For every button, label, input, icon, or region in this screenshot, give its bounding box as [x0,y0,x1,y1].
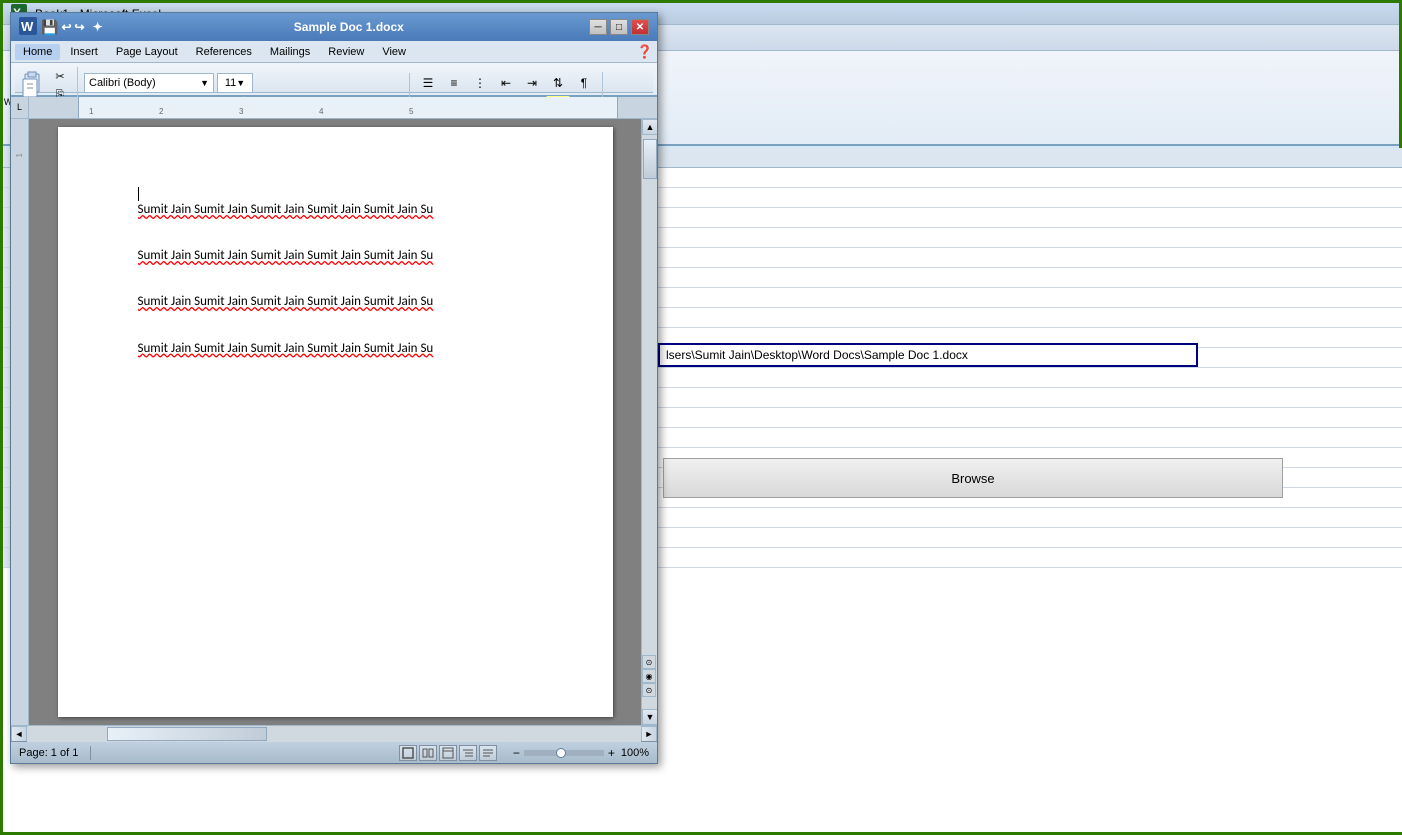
scroll-up-button[interactable]: ▲ [642,119,657,135]
word-menu-review[interactable]: Review [320,44,372,60]
scroll-thumb-horizontal[interactable] [107,727,267,741]
scroll-track-vertical[interactable]: ⊙ ◉ ⊙ [642,135,657,709]
word-menu-bar: Home Insert Page Layout References Maili… [11,41,657,63]
ruler-left-margin [29,97,79,118]
word-page-container: Sumit Jain Sumit Jain Sumit Jain Sumit J… [29,119,641,725]
text-line-1: Sumit Jain Sumit Jain Sumit Jain Sumit J… [138,201,533,219]
word-page-status: Page: 1 of 1 [19,747,78,759]
scroll-thumb-vertical[interactable] [643,139,657,179]
scroll-track-horizontal[interactable] [27,726,641,742]
zoom-level[interactable]: 100% [621,747,649,759]
word-title-bar: W 💾 ↩ ↪ ✦ Sample Doc 1.docx ─ □ ✕ [11,13,657,41]
text-line-3: Sumit Jain Sumit Jain Sumit Jain Sumit J… [138,293,533,311]
word-increase-indent-button[interactable]: ⇥ [520,72,544,94]
word-menu-mailings[interactable]: Mailings [262,44,318,60]
text-line-2: Sumit Jain Sumit Jain Sumit Jain Sumit J… [138,247,533,265]
word-sort-button[interactable]: ⇅ [546,72,570,94]
outline-view-button[interactable] [459,745,477,761]
word-show-para-button[interactable]: ¶ [572,72,596,94]
word-menu-references[interactable]: References [188,44,260,60]
word-page[interactable]: Sumit Jain Sumit Jain Sumit Jain Sumit J… [58,127,613,717]
word-multilevel-button[interactable]: ⋮ [468,72,492,94]
word-view-buttons [399,745,497,761]
word-zoom-controls: − + 100% [513,746,649,760]
scroll-right-button[interactable]: ► [641,726,657,742]
minimize-button[interactable]: ─ [589,19,607,35]
redo-button[interactable]: ↪ [75,20,85,34]
word-title-text: Sample Doc 1.docx [109,20,589,34]
svg-text:W: W [21,19,34,34]
word-cut-button[interactable]: ✂ [49,67,71,85]
quick-access-toolbar: 💾 ↩ ↪ [41,19,85,36]
zoom-out-button[interactable]: − [513,746,520,760]
zoom-thumb[interactable] [556,748,566,758]
ruler-right-margin [617,97,657,118]
word-font-size[interactable]: 11 ▼ [217,73,253,93]
status-separator [90,746,91,760]
word-content-area: 1 Sumit Jain Sumit Jain Sumit Jain Sumit… [11,119,657,725]
word-status-bar: Page: 1 of 1 [11,741,657,763]
zoom-slider[interactable] [524,750,604,756]
word-font-name: Calibri (Body) [89,77,156,89]
word-window: W 💾 ↩ ↪ ✦ Sample Doc 1.docx ─ □ ✕ Home I… [10,12,658,764]
word-menu-home[interactable]: Home [15,44,60,60]
draft-view-button[interactable] [479,745,497,761]
word-window-controls: ─ □ ✕ [589,19,649,35]
scroll-page-down[interactable]: ⊙ [642,683,656,697]
save-button[interactable]: 💾 [41,19,58,36]
word-font-size-value: 11 [225,77,236,89]
text-line-4: Sumit Jain Sumit Jain Sumit Jain Sumit J… [138,340,533,358]
scroll-left-button[interactable]: ◄ [11,726,27,742]
scroll-browse-object[interactable]: ◉ [642,669,656,683]
word-left-ruler: 1 [11,119,29,725]
word-app-icon: W [19,17,37,38]
web-layout-button[interactable] [439,745,457,761]
word-scrollbar-horizontal[interactable]: ◄ ► [11,725,657,741]
print-layout-button[interactable] [399,745,417,761]
text-cursor [138,187,139,201]
zoom-in-button[interactable]: + [608,746,615,760]
word-title-sep: ✦ [93,20,103,34]
word-toolbar-top: Paste ▼ ✂ ⎘ 🖌 Calibri (Body) ▼ 1 [15,65,653,93]
maximize-button[interactable]: □ [610,19,628,35]
ruler-corner[interactable]: L [11,97,29,119]
word-ribbon-area: Paste ▼ ✂ ⎘ 🖌 Calibri (Body) ▼ 1 [11,63,657,97]
word-help-icon[interactable]: ❓ [637,44,653,60]
word-numbering-button[interactable]: ≡ [442,72,466,94]
scroll-down-button[interactable]: ▼ [642,709,657,725]
undo-button[interactable]: ↩ [61,20,71,34]
full-screen-button[interactable] [419,745,437,761]
close-button[interactable]: ✕ [631,19,649,35]
word-font-selector[interactable]: Calibri (Body) ▼ [84,73,214,93]
word-ruler: L 1 2 3 4 5 [11,97,657,119]
word-menu-view[interactable]: View [374,44,414,60]
scroll-page-up[interactable]: ⊙ [642,655,656,669]
word-menu-page-layout[interactable]: Page Layout [108,44,186,60]
word-menu-insert[interactable]: Insert [62,44,106,60]
ruler-ticks: 1 2 3 4 5 [79,97,617,118]
word-decrease-indent-button[interactable]: ⇤ [494,72,518,94]
word-bullets-button[interactable]: ☰ [416,72,440,94]
word-scrollbar-vertical[interactable]: ▲ ⊙ ◉ ⊙ ▼ [641,119,657,725]
